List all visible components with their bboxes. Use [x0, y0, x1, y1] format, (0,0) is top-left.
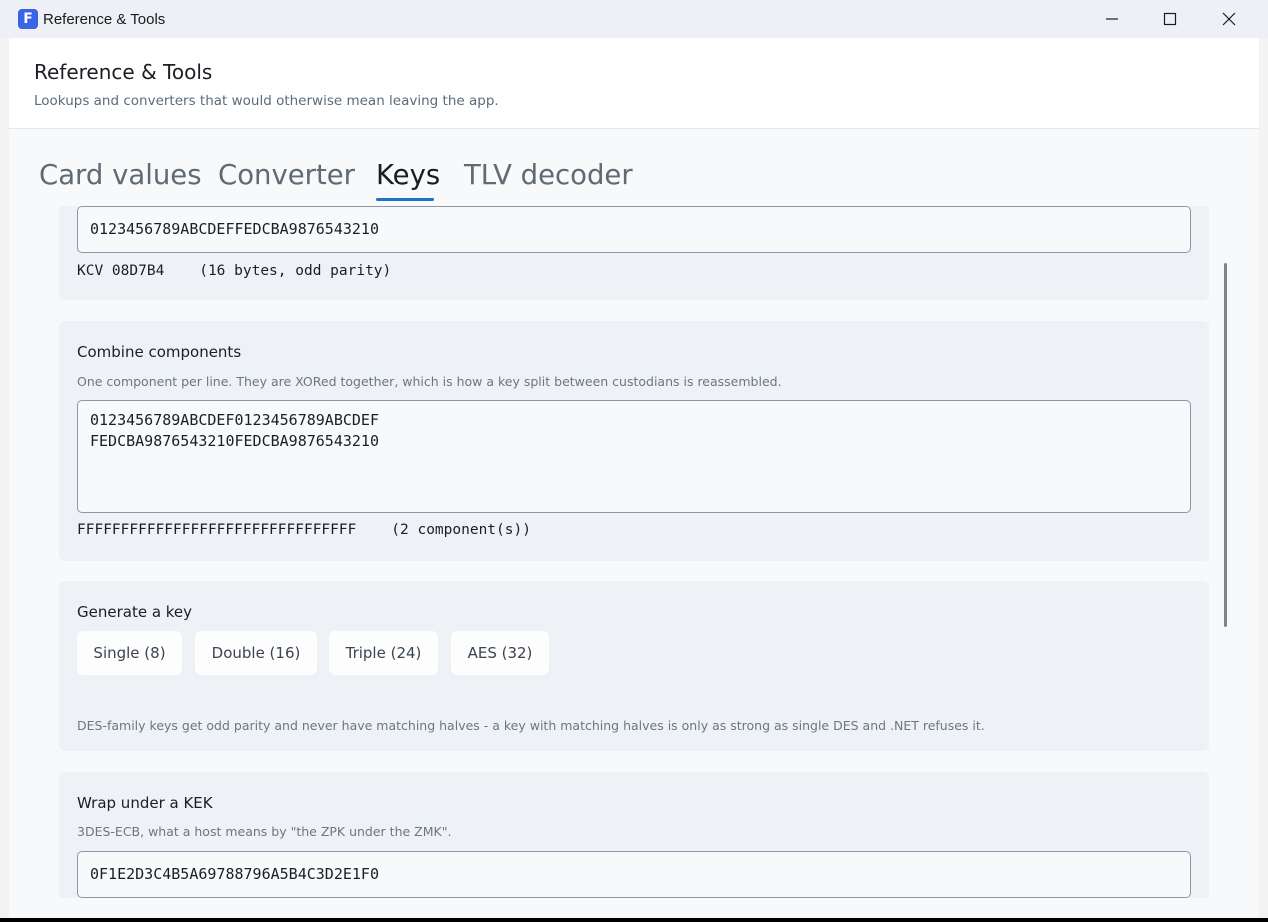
app-logo-icon: F	[18, 9, 38, 29]
combine-title: Combine components	[77, 343, 242, 361]
tab-card-values[interactable]: Card values	[39, 159, 202, 191]
generate-triple-button[interactable]: Triple (24)	[329, 631, 438, 675]
close-icon	[1222, 12, 1236, 26]
key-input[interactable]: 0123456789ABCDEFFEDCBA9876543210	[77, 206, 1191, 253]
generate-note: DES-family keys get odd parity and never…	[77, 718, 985, 733]
generate-key-card: Generate a key Single (8) Double (16) Tr…	[59, 581, 1209, 751]
component-line: FEDCBA9876543210FEDCBA9876543210	[90, 432, 379, 450]
title-bar: F Reference & Tools	[0, 0, 1268, 38]
tab-tlv-decoder[interactable]: TLV decoder	[464, 159, 633, 191]
maximize-button[interactable]	[1141, 0, 1199, 38]
generate-aes-button[interactable]: AES (32)	[451, 631, 549, 675]
active-tab-indicator	[376, 198, 434, 201]
page-title: Reference & Tools	[34, 60, 213, 84]
generate-title: Generate a key	[77, 603, 193, 621]
page-header: Reference & Tools Lookups and converters…	[9, 38, 1259, 129]
app-window: F Reference & Tools Reference & Tools Lo…	[0, 0, 1268, 918]
maximize-icon	[1163, 12, 1177, 26]
wrap-kek-card: Wrap under a KEK 3DES-ECB, what a host m…	[59, 772, 1209, 898]
client-area: Reference & Tools Lookups and converters…	[9, 38, 1259, 918]
combine-description: One component per line. They are XORed t…	[77, 374, 782, 389]
vertical-scrollbar[interactable]	[1224, 263, 1227, 627]
tab-converter[interactable]: Converter	[218, 159, 355, 191]
check-key-card: 0123456789ABCDEFFEDCBA9876543210 KCV 08D…	[59, 206, 1209, 300]
minimize-button[interactable]	[1083, 0, 1141, 38]
component-line: 0123456789ABCDEF0123456789ABCDEF	[90, 411, 379, 429]
keys-content[interactable]: 0123456789ABCDEFFEDCBA9876543210 KCV 08D…	[9, 206, 1259, 898]
page-subtitle: Lookups and converters that would otherw…	[34, 93, 499, 109]
window-title: Reference & Tools	[43, 11, 166, 28]
wrap-key-input[interactable]: 0F1E2D3C4B5A69788796A5B4C3D2E1F0	[77, 851, 1191, 898]
wrap-description: 3DES-ECB, what a host means by "the ZPK …	[77, 824, 452, 839]
tab-strip: Card values Converter Keys TLV decoder	[9, 129, 1259, 209]
close-button[interactable]	[1200, 0, 1258, 38]
minimize-icon	[1106, 18, 1118, 20]
generate-double-button[interactable]: Double (16)	[195, 631, 317, 675]
combine-components-card: Combine components One component per lin…	[59, 321, 1209, 561]
wrap-title: Wrap under a KEK	[77, 794, 213, 812]
kcv-result: KCV 08D7B4 (16 bytes, odd parity)	[77, 263, 392, 279]
components-textarea[interactable]: 0123456789ABCDEF0123456789ABCDEF FEDCBA9…	[77, 400, 1191, 513]
tab-keys[interactable]: Keys	[376, 159, 440, 191]
generate-single-button[interactable]: Single (8)	[77, 631, 182, 675]
combined-result: FFFFFFFFFFFFFFFFFFFFFFFFFFFFFFFF (2 comp…	[77, 522, 531, 538]
